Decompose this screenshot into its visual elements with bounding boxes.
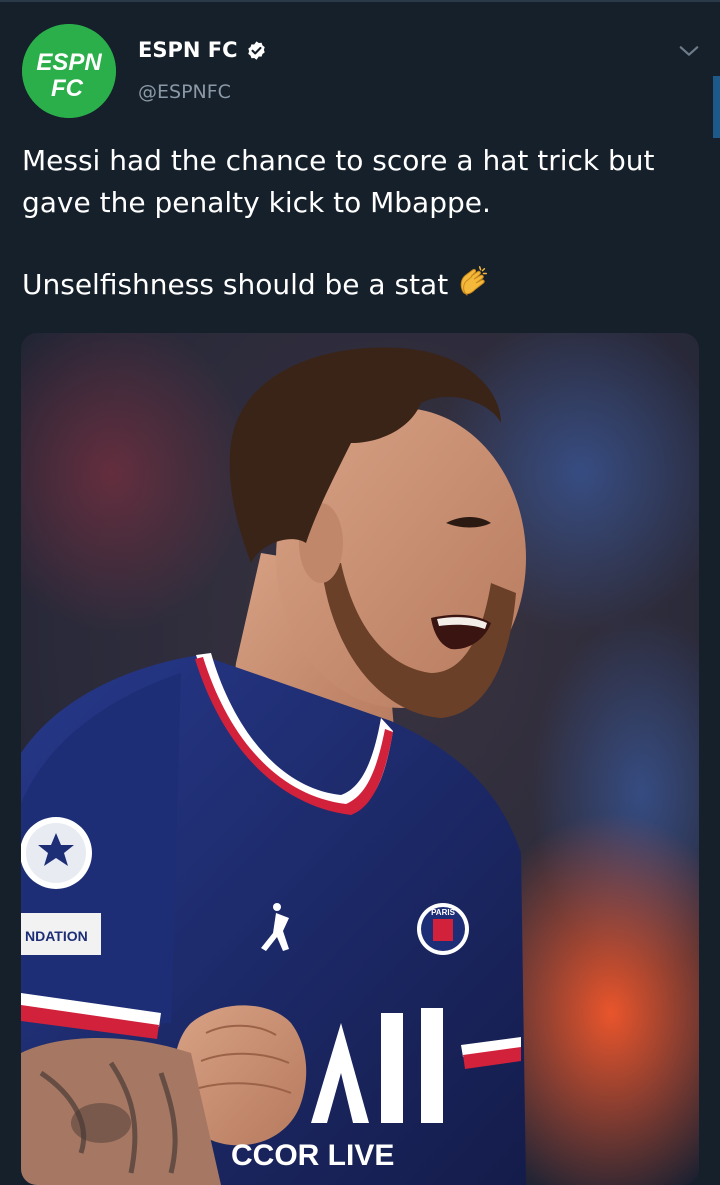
- photo-messi-celebrating: NDATION PARIS CCOR LIVE: [21, 333, 699, 1185]
- tweet-text-line: gave the penalty kick to Mbappe.: [22, 186, 491, 219]
- shirt-sponsor-text: CCOR LIVE: [231, 1139, 394, 1172]
- tweet-photo[interactable]: NDATION PARIS CCOR LIVE: [21, 333, 699, 1185]
- psg-crest-icon: PARIS: [417, 903, 469, 955]
- avatar-logo-bottom: FC: [51, 75, 84, 102]
- tweet-text-line-with-emoji: Unselfishness should be a stat: [22, 264, 702, 306]
- sleeve-patch-text: NDATION: [25, 928, 88, 944]
- espn-fc-logo-icon: ESPN FC: [22, 24, 116, 118]
- scrollbar-thumb[interactable]: [713, 76, 720, 138]
- display-name[interactable]: ESPN FC: [138, 38, 238, 62]
- tweet-text-line: Messi had the chance to score a hat tric…: [22, 144, 655, 177]
- crest-text: PARIS: [431, 908, 456, 917]
- handle[interactable]: @ESPNFC: [138, 81, 231, 103]
- champions-league-patch-icon: [21, 817, 92, 889]
- chevron-down-icon[interactable]: [678, 40, 700, 62]
- avatar-logo-top: ESPN: [36, 49, 102, 76]
- verified-icon: [247, 40, 265, 60]
- author-name-row[interactable]: ESPN FC: [138, 38, 267, 62]
- tweet[interactable]: ESPN FC ESPN FC @ESPNFC Messi had the ch…: [0, 0, 720, 1185]
- tweet-text: Messi had the chance to score a hat tric…: [22, 140, 702, 306]
- tweet-text-line: Unselfishness should be a stat: [22, 268, 449, 301]
- avatar[interactable]: ESPN FC: [22, 24, 116, 118]
- clapping-hands-icon: [460, 266, 488, 296]
